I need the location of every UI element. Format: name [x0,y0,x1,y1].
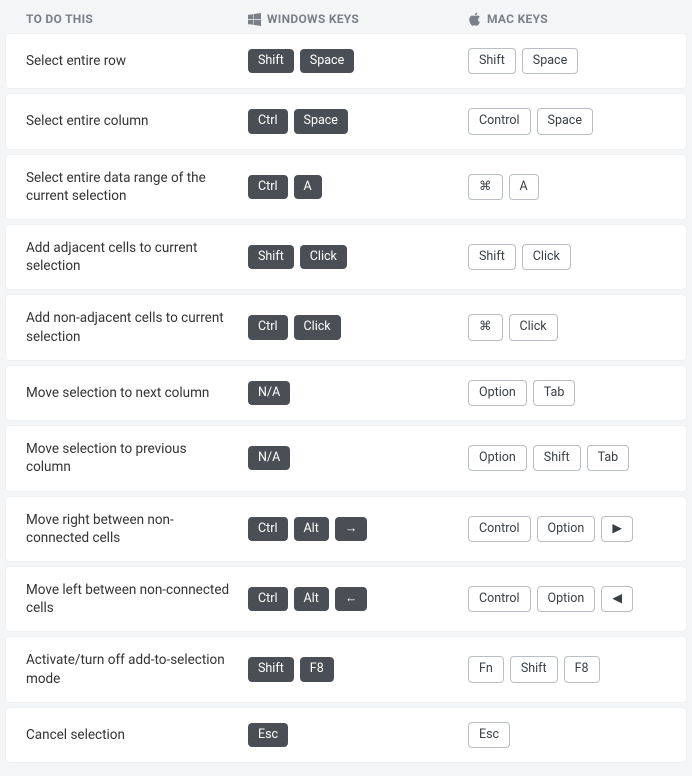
row-action: Add non-adjacent cells to current select… [26,309,248,345]
table-row: Activate/turn off add-to-selection modeS… [6,637,686,701]
mac-keys: ControlOption▶ [468,516,666,542]
mac-keys: OptionTab [468,380,666,406]
key: A [294,175,322,199]
windows-keys: ShiftF8 [248,657,468,681]
key: Shift [468,48,516,74]
key: Space [294,109,348,133]
key: Alt [294,587,329,611]
windows-keys: CtrlAlt→ [248,517,468,541]
key: Control [468,108,531,134]
key: Option [537,586,596,612]
key: Shift [248,49,294,73]
mac-keys: Esc [468,722,666,748]
mac-keys: ControlSpace [468,108,666,134]
table-row: Select entire columnCtrlSpaceControlSpac… [6,94,686,148]
key: Click [509,314,558,340]
row-action: Cancel selection [26,726,248,744]
header-mac: MAC KEYS [468,12,666,26]
key: Shift [248,245,294,269]
key: Shift [468,244,516,270]
apple-icon [468,12,481,26]
windows-keys: CtrlA [248,175,468,199]
mac-keys: ShiftClick [468,244,666,270]
key: Esc [248,723,288,747]
key: Ctrl [248,175,288,199]
key: N/A [248,381,290,405]
key: ⌘ [468,314,503,340]
mac-keys: ControlOption◀ [468,586,666,612]
key: ◀ [601,586,633,612]
header-action: TO DO THIS [26,12,248,26]
windows-keys: CtrlClick [248,315,468,339]
key: A [509,174,539,200]
key: ← [335,587,368,611]
table-row: Move selection to next columnN/A OptionTa… [6,366,686,420]
table-row: Add non-adjacent cells to current select… [6,295,686,359]
key: Ctrl [248,315,288,339]
key: Fn [468,656,504,682]
mac-keys: ⌘Click [468,314,666,340]
key: Alt [294,517,329,541]
key: Option [537,516,596,542]
table-row: Select entire data range of the current … [6,155,686,219]
row-action: Select entire column [26,112,248,130]
key: Tab [587,445,630,471]
windows-keys: N/A [248,446,468,470]
table-row: Move right between non-connected cellsCt… [6,497,686,561]
key: Ctrl [248,109,288,133]
table-row: Move selection to previous columnN/A Opti… [6,426,686,490]
key: F8 [300,657,334,681]
key: Space [300,49,354,73]
key: F8 [564,656,600,682]
mac-keys: ShiftSpace [468,48,666,74]
windows-keys: N/A [248,381,468,405]
row-action: Move left between non-connected cells [26,581,248,617]
key: ⌘ [468,174,503,200]
row-action: Move right between non-connected cells [26,511,248,547]
table-row: Move left between non-connected cellsCtr… [6,567,686,631]
windows-keys: Esc [248,723,468,747]
key: N/A [248,446,290,470]
row-action: Move selection to next column [26,384,248,402]
key: Control [468,516,531,542]
mac-keys: FnShiftF8 [468,656,666,682]
row-action: Move selection to previous column [26,440,248,476]
windows-keys: ShiftClick [248,245,468,269]
key: Shift [510,656,558,682]
key: Ctrl [248,587,288,611]
key: Shift [533,445,581,471]
header-mac-label: MAC KEYS [487,12,548,26]
key: Click [300,245,347,269]
table-row: Add adjacent cells to current selectionS… [6,225,686,289]
key: Click [294,315,341,339]
row-action: Activate/turn off add-to-selection mode [26,651,248,687]
row-action: Select entire data range of the current … [26,169,248,205]
windows-keys: CtrlAlt← [248,587,468,611]
header-windows: WINDOWS KEYS [248,12,468,26]
header-windows-label: WINDOWS KEYS [267,12,359,26]
key: → [335,517,368,541]
table-row: Cancel selectionEscEsc [6,708,686,762]
key: Space [537,108,593,134]
key: Option [468,380,527,406]
key: Option [468,445,527,471]
mac-keys: OptionShiftTab [468,445,666,471]
key: Ctrl [248,517,288,541]
windows-keys: ShiftSpace [248,49,468,73]
key: Control [468,586,531,612]
key: Space [522,48,578,74]
table-row: Select entire rowShiftSpaceShiftSpace [6,34,686,88]
windows-keys: CtrlSpace [248,109,468,133]
key: ▶ [601,516,633,542]
key: Esc [468,722,510,748]
mac-keys: ⌘A [468,174,666,200]
key: Click [522,244,571,270]
windows-icon [248,13,261,26]
row-action: Add adjacent cells to current selection [26,239,248,275]
table-header: TO DO THIS WINDOWS KEYS MAC KEYS [6,8,686,34]
key: Tab [533,380,576,406]
key: Shift [248,657,294,681]
row-action: Select entire row [26,52,248,70]
